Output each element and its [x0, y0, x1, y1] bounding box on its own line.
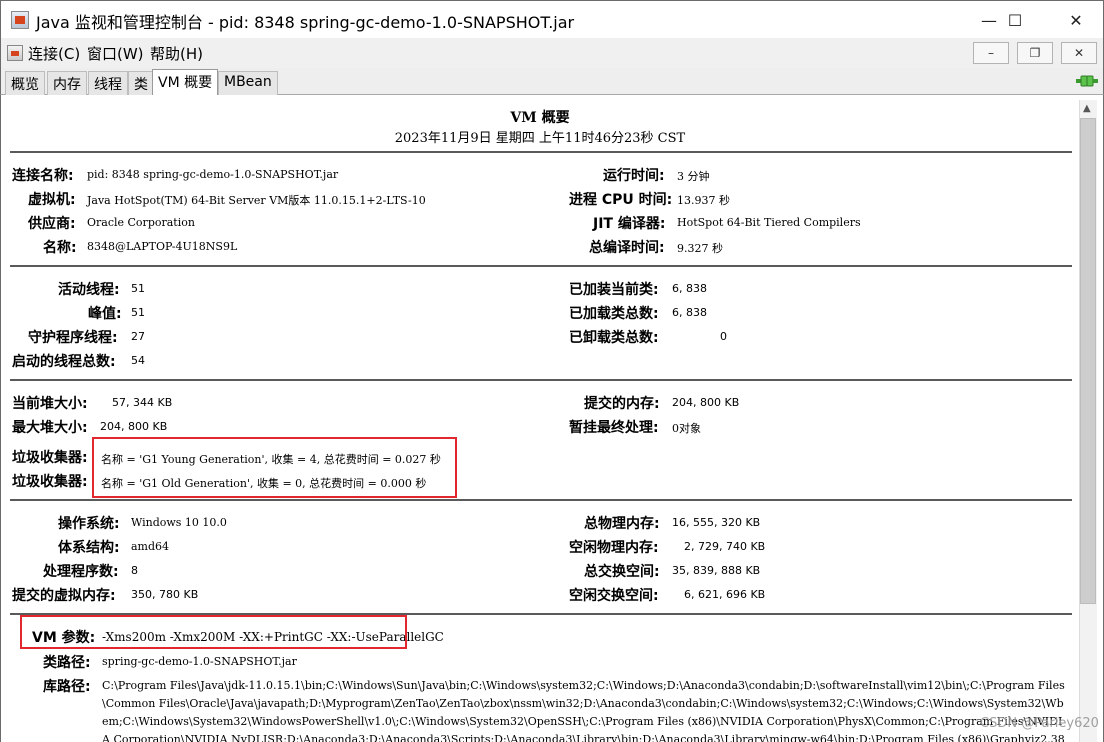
classpath-value: spring-gc-demo-1.0-SNAPSHOT.jar	[102, 655, 297, 668]
total-physical-value: 16, 555, 320 KB	[672, 516, 761, 529]
started-threads-value: 54	[131, 354, 145, 367]
tab-memory[interactable]: 内存	[47, 71, 87, 95]
process-cpu-value: 13.937 秒	[677, 194, 730, 207]
name-value: 8348@LAPTOP-4U18NS9L	[87, 240, 238, 253]
csdn-watermark: CSDN @Parley620	[980, 716, 1099, 731]
tab-vm-summary[interactable]: VM 概要	[152, 69, 219, 95]
compile-time-value: 9.327 秒	[677, 242, 723, 255]
maximize-button[interactable]: ☐	[992, 1, 1038, 39]
tab-classes[interactable]: 类	[128, 71, 154, 95]
started-threads-label: 启动的线程总数:	[12, 354, 116, 370]
connection-name-value: pid: 8348 spring-gc-demo-1.0-SNAPSHOT.ja…	[87, 168, 339, 181]
window-titlebar: Java 监视和管理控制台 - pid: 8348 spring-gc-demo…	[0, 0, 1104, 38]
total-swap-value: 35, 839, 888 KB	[672, 564, 761, 577]
libpath-label: 库路径:	[43, 679, 91, 695]
free-swap-label: 空闲交换空间:	[569, 588, 659, 604]
scroll-up-icon[interactable]: ▲	[1083, 103, 1091, 114]
tab-bar: 概览 内存 线程 类 VM 概要 MBean	[0, 68, 1104, 95]
menu-help[interactable]: 帮助(H)	[150, 43, 203, 64]
processors-value: 8	[131, 564, 138, 577]
summary-datetime: 2023年11月9日 星期四 上午11时46分23秒 CST	[394, 131, 686, 146]
menu-connect[interactable]: 连接(C)	[28, 43, 80, 64]
heap-current-value: 57, 344 KB	[112, 396, 173, 409]
connection-status-icon	[1076, 75, 1098, 87]
os-label: 操作系统:	[58, 516, 120, 532]
libpath-value: C:\Program Files\Java\jdk-11.0.15.1\bin;…	[102, 679, 1065, 742]
live-threads-label: 活动线程:	[58, 282, 120, 298]
menu-bar: 连接(C) 窗口(W) 帮助(H) – ❐ ✕	[0, 38, 1104, 68]
unloaded-value: 0	[720, 330, 727, 343]
loaded-current-label: 已加装当前类:	[569, 282, 659, 298]
frame-restore-button[interactable]: ❐	[1017, 42, 1053, 64]
frame-close-icon: ✕	[1073, 46, 1085, 60]
jconsole-app-icon	[11, 11, 29, 29]
free-swap-value: 6, 621, 696 KB	[684, 588, 766, 601]
free-physical-label: 空闲物理内存:	[569, 540, 659, 556]
close-button[interactable]: ✕	[1053, 1, 1099, 39]
separator	[10, 499, 1072, 501]
frame-close-button[interactable]: ✕	[1061, 42, 1097, 64]
total-physical-label: 总物理内存:	[584, 516, 660, 532]
pending-finalization-label: 暂挂最终处理:	[569, 420, 659, 436]
tab-mbean[interactable]: MBean	[218, 71, 278, 95]
frame-minimize-button[interactable]: –	[973, 42, 1009, 64]
window-title: Java 监视和管理控制台 - pid: 8348 spring-gc-demo…	[36, 13, 575, 32]
vm-args-highlight-box	[20, 615, 407, 649]
arch-value: amd64	[131, 540, 170, 553]
classpath-label: 类路径:	[43, 655, 91, 671]
frame-restore-icon: ❐	[1029, 46, 1041, 60]
heap-max-value: 204, 800 KB	[100, 420, 168, 433]
jit-value: HotSpot 64-Bit Tiered Compilers	[677, 216, 861, 229]
process-cpu-label: 进程 CPU 时间:	[569, 192, 673, 208]
daemon-threads-value: 27	[131, 330, 145, 343]
summary-title: VM 概要	[510, 110, 570, 126]
heap-current-label: 当前堆大小:	[12, 396, 88, 412]
pending-finalization-value: 0对象	[672, 422, 701, 435]
internal-frame-icon[interactable]	[7, 45, 23, 61]
committed-memory-value: 204, 800 KB	[672, 396, 740, 409]
tab-threads[interactable]: 线程	[88, 71, 128, 95]
unloaded-label: 已卸载类总数:	[569, 330, 659, 346]
peak-threads-label: 峰值:	[88, 306, 122, 322]
close-icon: ✕	[1069, 10, 1083, 30]
separator	[10, 265, 1072, 267]
loaded-total-label: 已加载类总数:	[569, 306, 659, 322]
live-threads-value: 51	[131, 282, 145, 295]
maximize-icon: ☐	[1007, 10, 1023, 30]
processors-label: 处理程序数:	[43, 564, 119, 580]
separator	[10, 379, 1072, 381]
vm-label: 虚拟机:	[28, 192, 76, 208]
menu-window[interactable]: 窗口(W)	[87, 43, 144, 64]
committed-virtual-value: 350, 780 KB	[131, 588, 199, 601]
separator	[10, 151, 1072, 153]
daemon-threads-label: 守护程序线程:	[28, 330, 118, 346]
uptime-value: 3 分钟	[677, 170, 710, 183]
total-swap-label: 总交换空间:	[584, 564, 660, 580]
scrollbar-thumb[interactable]	[1080, 118, 1096, 604]
committed-virtual-label: 提交的虚拟内存:	[12, 588, 116, 604]
loaded-current-value: 6, 838	[672, 282, 707, 295]
frame-minimize-icon: –	[988, 46, 994, 60]
name-label: 名称:	[43, 240, 77, 256]
vm-value: Java HotSpot(TM) 64-Bit Server VM版本 11.0…	[87, 194, 426, 207]
committed-memory-label: 提交的内存:	[584, 396, 660, 412]
loaded-total-value: 6, 838	[672, 306, 707, 319]
compile-time-label: 总编译时间:	[589, 240, 665, 256]
vendor-value: Oracle Corporation	[87, 216, 195, 229]
gc-highlight-box	[92, 437, 457, 498]
vendor-label: 供应商:	[28, 216, 76, 232]
free-physical-value: 2, 729, 740 KB	[684, 540, 766, 553]
os-value: Windows 10 10.0	[131, 516, 227, 529]
tab-overview[interactable]: 概览	[5, 71, 45, 95]
heap-max-label: 最大堆大小:	[12, 420, 88, 436]
gc-old-label: 垃圾收集器:	[12, 474, 88, 490]
jit-label: JIT 编译器:	[593, 216, 666, 232]
peak-threads-value: 51	[131, 306, 145, 319]
gc-young-label: 垃圾收集器:	[12, 450, 88, 466]
connection-name-label: 连接名称:	[12, 168, 74, 184]
arch-label: 体系结构:	[58, 540, 120, 556]
uptime-label: 运行时间:	[603, 168, 665, 184]
